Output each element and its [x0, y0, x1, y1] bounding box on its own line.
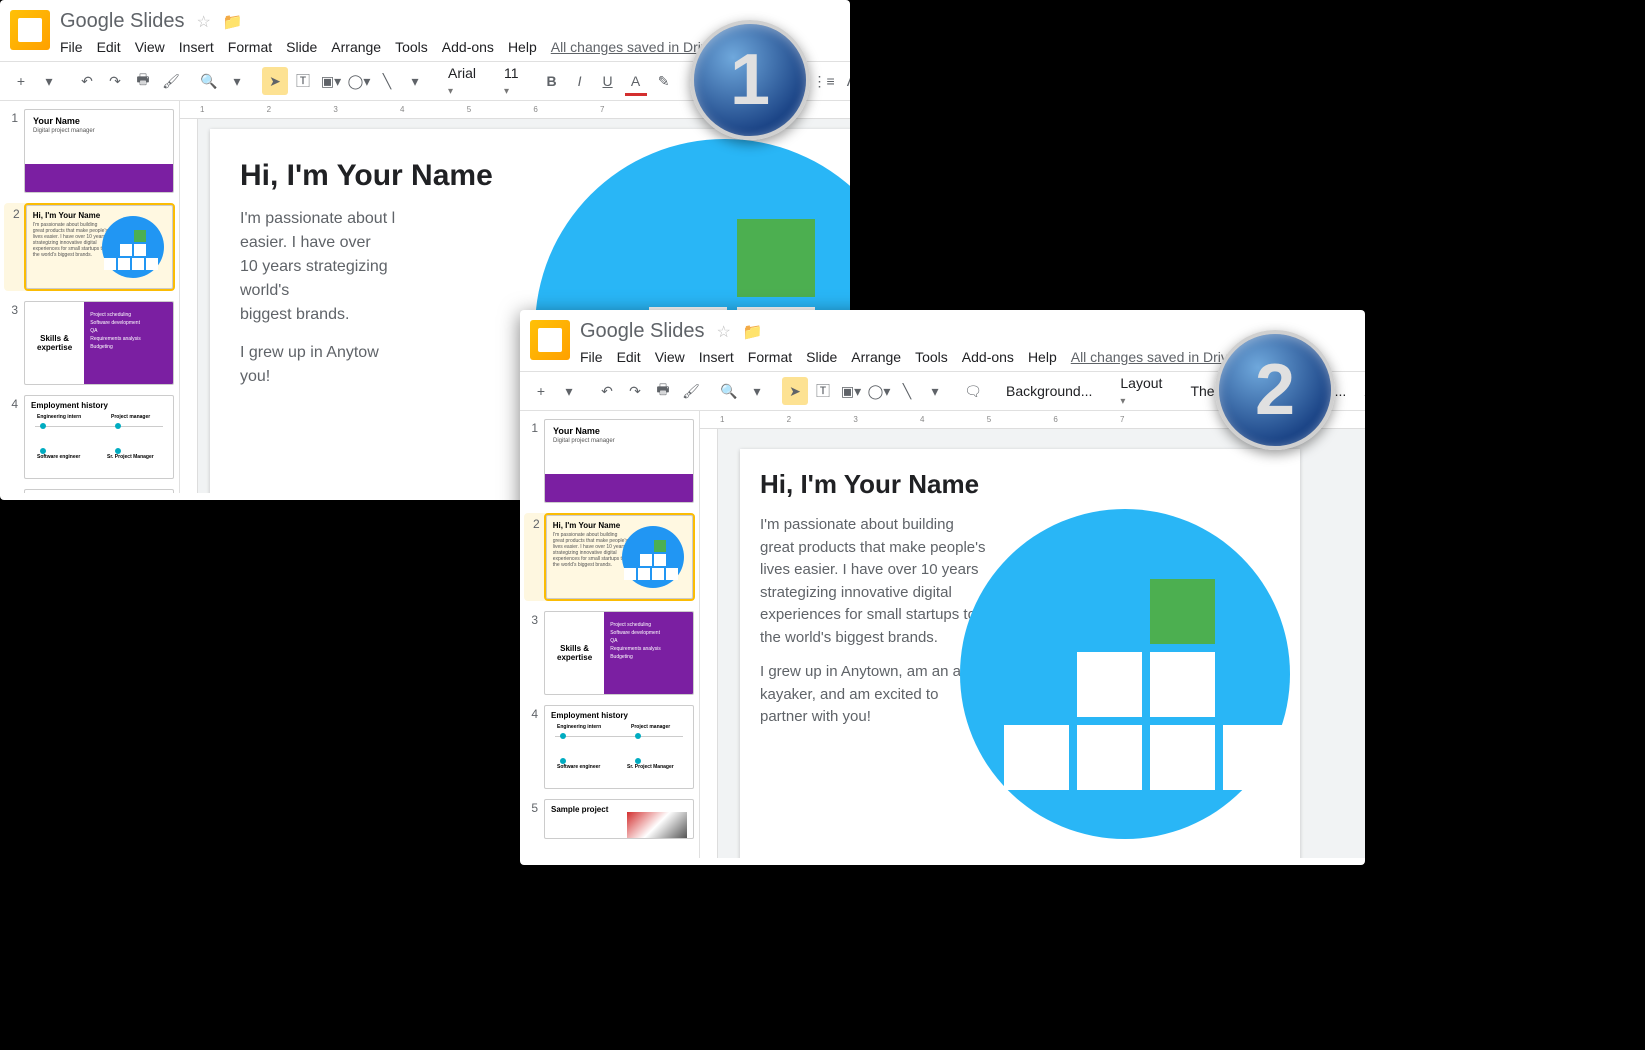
zoom-dropdown-icon[interactable]: ▾ — [744, 377, 770, 405]
redo-icon[interactable]: ↷ — [102, 67, 128, 95]
paint-format-icon[interactable]: 🖌 — [678, 377, 704, 405]
slide-canvas-area[interactable]: 1 2 3 4 5 6 7 Hi, I'm Your Name I'm pass… — [700, 411, 1365, 858]
menu-format[interactable]: Format — [748, 349, 792, 365]
text-color-icon[interactable]: A — [623, 67, 649, 95]
redo-icon[interactable]: ↷ — [622, 377, 648, 405]
zoom-icon[interactable]: 🔍 — [196, 67, 222, 95]
shape-icon[interactable]: ◯▾ — [866, 377, 892, 405]
image-icon[interactable]: ▣▾ — [838, 377, 864, 405]
slides-logo-icon — [530, 320, 570, 360]
toolbar-expand-icon[interactable]: ᐱ — [839, 67, 850, 95]
textbox-icon[interactable]: 🅃 — [810, 377, 836, 405]
menu-insert[interactable]: Insert — [179, 39, 214, 55]
menu-file[interactable]: File — [60, 39, 83, 55]
paint-format-icon[interactable]: 🖌 — [158, 67, 184, 95]
toolbar-expand-icon[interactable]: ᐱ — [1356, 377, 1365, 405]
menu-file[interactable]: File — [580, 349, 603, 365]
callout-badge-1: 1 — [690, 20, 810, 140]
font-size-selector[interactable]: 11 — [496, 65, 527, 97]
menu-slide[interactable]: Slide — [286, 39, 317, 55]
menu-edit[interactable]: Edit — [97, 39, 121, 55]
bold-icon[interactable]: B — [539, 67, 565, 95]
slide-graphic-circle — [960, 509, 1290, 839]
image-icon[interactable]: ▣▾ — [318, 67, 344, 95]
slide-thumbnail-panel[interactable]: 1 Your Name Digital project manager 2 Hi… — [520, 411, 700, 858]
line-icon[interactable]: ╲ — [374, 67, 400, 95]
menu-edit[interactable]: Edit — [617, 349, 641, 365]
move-folder-icon[interactable]: 📁 — [223, 12, 243, 32]
slide-title[interactable]: Hi, I'm Your Name — [740, 449, 1300, 514]
callout-badge-2: 2 — [1215, 330, 1335, 450]
document-title[interactable]: Google Slides — [60, 10, 185, 33]
zoom-dropdown-icon[interactable]: ▾ — [224, 67, 250, 95]
zoom-icon[interactable]: 🔍 — [716, 377, 742, 405]
save-status[interactable]: All changes saved in Drive — [1071, 349, 1236, 365]
select-tool-icon[interactable]: ➤ — [262, 67, 288, 95]
menu-view[interactable]: View — [655, 349, 685, 365]
textbox-icon[interactable]: 🅃 — [290, 67, 316, 95]
shape-icon[interactable]: ◯▾ — [346, 67, 372, 95]
menu-help[interactable]: Help — [1028, 349, 1057, 365]
add-comment-icon[interactable]: 🗨 — [960, 377, 986, 405]
slide-thumbnail-1[interactable]: Your Name Digital project manager — [544, 419, 694, 503]
move-folder-icon[interactable]: 📁 — [743, 322, 763, 342]
menu-slide[interactable]: Slide — [806, 349, 837, 365]
star-icon[interactable]: ☆ — [717, 322, 731, 342]
slide-thumbnail-5[interactable]: Sample project — [24, 489, 174, 493]
save-status[interactable]: All changes saved in Drive — [551, 39, 716, 55]
menu-tools[interactable]: Tools — [395, 39, 428, 55]
document-title[interactable]: Google Slides — [580, 320, 705, 343]
undo-icon[interactable]: ↶ — [594, 377, 620, 405]
slide-thumbnail-panel[interactable]: 1 Your Name Digital project manager 2 Hi… — [0, 101, 180, 493]
font-selector[interactable]: Arial — [440, 65, 484, 97]
slide-thumbnail-2[interactable]: Hi, I'm Your Name I'm passionate about b… — [26, 205, 173, 289]
undo-icon[interactable]: ↶ — [74, 67, 100, 95]
line-icon[interactable]: ╲ — [894, 377, 920, 405]
new-slide-dropdown-icon[interactable]: ▾ — [36, 67, 62, 95]
menu-addons[interactable]: Add-ons — [442, 39, 494, 55]
slide-thumbnail-2[interactable]: Hi, I'm Your Name I'm passionate about b… — [546, 515, 693, 599]
line-dropdown-icon[interactable]: ▾ — [922, 377, 948, 405]
menu-tools[interactable]: Tools — [915, 349, 948, 365]
slide-thumbnail-5[interactable]: Sample project — [544, 799, 694, 839]
new-slide-button[interactable]: + — [8, 67, 34, 95]
numbered-list-icon[interactable]: ⋮≡ — [811, 67, 837, 95]
menu-format[interactable]: Format — [228, 39, 272, 55]
print-icon[interactable]: 🖶 — [130, 67, 156, 95]
highlight-color-icon[interactable]: ✎ — [651, 67, 677, 95]
line-dropdown-icon[interactable]: ▾ — [402, 67, 428, 95]
slide-thumbnail-4[interactable]: Employment history Engineering intern Pr… — [544, 705, 694, 789]
new-slide-button[interactable]: + — [528, 377, 554, 405]
menu-arrange[interactable]: Arrange — [331, 39, 381, 55]
slide-thumbnail-3[interactable]: Skills & expertise Project scheduling So… — [544, 611, 694, 695]
menu-arrange[interactable]: Arrange — [851, 349, 901, 365]
italic-icon[interactable]: I — [567, 67, 593, 95]
print-icon[interactable]: 🖶 — [650, 377, 676, 405]
vertical-ruler — [700, 429, 718, 858]
menu-insert[interactable]: Insert — [699, 349, 734, 365]
slide-thumbnail-3[interactable]: Skills & expertise Project scheduling So… — [24, 301, 174, 385]
slide-thumbnail-1[interactable]: Your Name Digital project manager — [24, 109, 174, 193]
slides-logo-icon — [10, 10, 50, 50]
menu-view[interactable]: View — [135, 39, 165, 55]
background-button[interactable]: Background... — [998, 383, 1100, 399]
new-slide-dropdown-icon[interactable]: ▾ — [556, 377, 582, 405]
underline-icon[interactable]: U — [595, 67, 621, 95]
vertical-ruler — [180, 119, 198, 493]
slide-thumbnail-4[interactable]: Employment history Engineering intern Pr… — [24, 395, 174, 479]
layout-button[interactable]: Layout — [1112, 375, 1170, 407]
star-icon[interactable]: ☆ — [197, 12, 211, 32]
select-tool-icon[interactable]: ➤ — [782, 377, 808, 405]
menu-help[interactable]: Help — [508, 39, 537, 55]
menu-addons[interactable]: Add-ons — [962, 349, 1014, 365]
slide-canvas[interactable]: Hi, I'm Your Name I'm passionate about b… — [740, 449, 1300, 858]
